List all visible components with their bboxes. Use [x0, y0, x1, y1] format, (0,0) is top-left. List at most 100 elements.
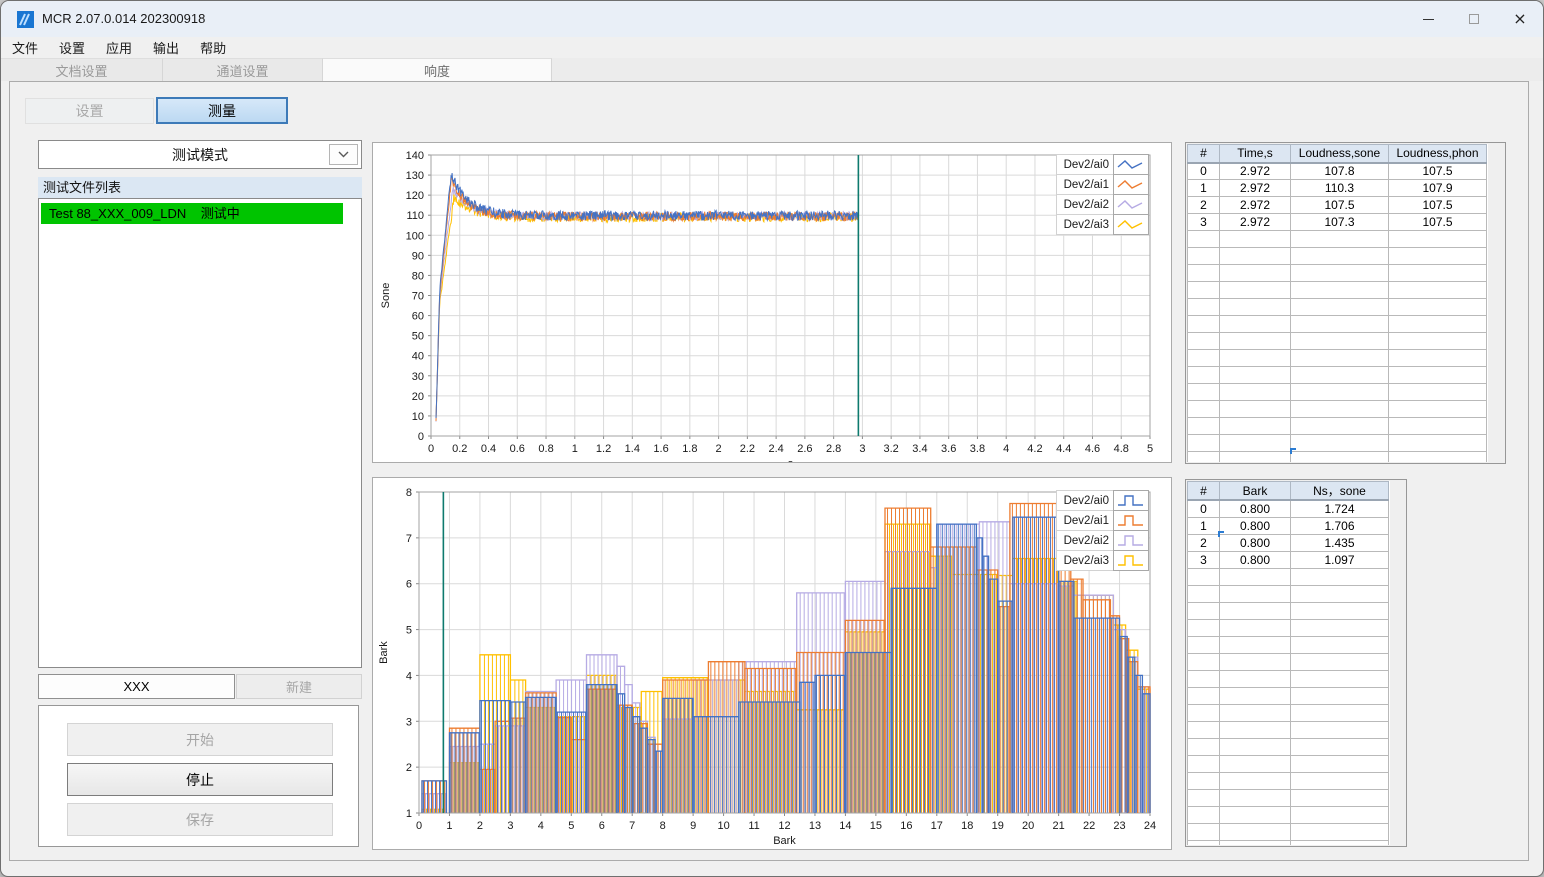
table-cell: 2 [1187, 533, 1220, 552]
table-row[interactable]: 2 2.972 107.5 107.5 [1187, 196, 1487, 214]
file-list-header: 测试文件列表 [38, 177, 362, 198]
loudness-table-panel: # Time,s Loudness,sone Loudness,phon 0 2.972 1… [1185, 142, 1506, 464]
svg-text:21: 21 [1053, 820, 1065, 832]
svg-text:3.2: 3.2 [884, 443, 899, 455]
minimize-button[interactable] [1405, 1, 1451, 37]
main-tab-2[interactable]: 响度 [323, 58, 552, 81]
empty-row [1187, 720, 1389, 739]
svg-text:24: 24 [1144, 820, 1156, 832]
xxx-button[interactable]: XXX [38, 674, 235, 699]
new-button[interactable]: 新建 [236, 674, 362, 699]
svg-text:20: 20 [412, 391, 424, 403]
svg-text:110: 110 [406, 210, 424, 222]
svg-text:40: 40 [412, 351, 424, 363]
maximize-button[interactable] [1451, 1, 1497, 37]
empty-row [1187, 635, 1389, 654]
main-tab-0[interactable]: 文档设置 [1, 58, 163, 81]
svg-text:30: 30 [412, 371, 424, 383]
main-tab-1[interactable]: 通道设置 [163, 58, 323, 81]
file-name: Test 88_XXX_009_LDN [49, 206, 187, 221]
empty-row [1187, 839, 1389, 845]
svg-text:0.4: 0.4 [481, 443, 496, 455]
column-header: Ns，sone [1290, 481, 1389, 501]
start-button[interactable]: 开始 [67, 723, 333, 756]
empty-row [1187, 754, 1389, 773]
table-cell: 107.5 [1388, 196, 1487, 214]
svg-text:50: 50 [412, 331, 424, 343]
empty-row [1187, 771, 1389, 790]
empty-row [1187, 349, 1487, 367]
table-cell: 1 [1187, 179, 1220, 197]
svg-text:19: 19 [992, 820, 1004, 832]
table-row[interactable]: 3 0.800 1.097 [1187, 550, 1389, 569]
menu-item-2[interactable]: 应用 [96, 36, 142, 59]
svg-text:6: 6 [599, 820, 605, 832]
svg-text:Bark: Bark [773, 835, 796, 847]
tab-settings[interactable]: 设置 [25, 98, 154, 124]
empty-row [1187, 417, 1487, 435]
column-header: Loudness,sone [1290, 144, 1389, 164]
svg-text:13: 13 [809, 820, 821, 832]
list-item-test-file[interactable]: Test 88_XXX_009_LDN 测试中 [41, 203, 343, 224]
svg-text:22: 22 [1083, 820, 1095, 832]
menu-item-1[interactable]: 设置 [49, 36, 95, 59]
chevron-down-icon [329, 144, 358, 165]
table-cell: 107.5 [1290, 196, 1389, 214]
legend-row: Dev2/ai3 [1056, 550, 1149, 571]
edit-caret [1290, 448, 1296, 454]
table-cell: 0 [1187, 162, 1220, 180]
test-mode-select[interactable]: 测试模式 [38, 140, 362, 169]
svg-text:Bark: Bark [378, 641, 390, 664]
column-header: Loudness,phon [1388, 144, 1487, 164]
legend-label: Dev2/ai1 [1056, 174, 1114, 195]
menu-item-0[interactable]: 文件 [2, 36, 48, 59]
table-cell: 107.3 [1290, 213, 1389, 231]
save-button[interactable]: 保存 [67, 803, 333, 836]
bar-sample-icon [1113, 510, 1149, 531]
column-header: Bark [1219, 481, 1291, 501]
table-row[interactable]: 3 2.972 107.3 107.5 [1187, 213, 1487, 231]
empty-row [1187, 788, 1389, 807]
empty-row [1187, 601, 1389, 620]
svg-text:1: 1 [406, 808, 412, 820]
svg-text:2.4: 2.4 [768, 443, 783, 455]
table-cell: 107.5 [1388, 162, 1487, 180]
loudness-time-chart: Dev2/ai0 Dev2/ai1 Dev2/ai2 Dev2/ai3 0 0.2 0.4… [372, 142, 1172, 470]
svg-text:6: 6 [406, 579, 412, 591]
loudness-time-plot: 0 0.2 0.4 0.6 0.8 1 1.2 1.4 1.6 1.8 2 2.2 2.4 2.6 2.8 3… [380, 150, 1153, 470]
table-row[interactable]: 1 2.972 110.3 107.9 [1187, 179, 1487, 197]
svg-text:16: 16 [900, 820, 912, 832]
empty-row [1187, 366, 1487, 384]
legend-row: Dev2/ai3 [1056, 214, 1149, 235]
empty-row [1187, 822, 1389, 841]
edit-caret [1218, 531, 1224, 537]
empty-row [1187, 584, 1389, 603]
empty-row [1187, 383, 1487, 401]
tab-measure[interactable]: 测量 [156, 97, 288, 124]
line-sample-icon [1113, 194, 1149, 215]
test-mode-value: 测试模式 [172, 146, 228, 163]
svg-text:Sone: Sone [380, 283, 392, 309]
legend-label: Dev2/ai2 [1056, 530, 1114, 551]
empty-row [1187, 230, 1487, 248]
legend-label: Dev2/ai3 [1056, 214, 1114, 235]
test-file-list[interactable]: Test 88_XXX_009_LDN 测试中 [38, 198, 362, 668]
svg-text:4: 4 [406, 670, 412, 682]
legend-label: Dev2/ai2 [1056, 194, 1114, 215]
table-row[interactable]: 0 0.800 1.724 [1187, 499, 1389, 518]
empty-row [1187, 703, 1389, 722]
table-cell: 1.097 [1290, 550, 1389, 569]
svg-text:80: 80 [412, 270, 424, 282]
menu-item-4[interactable]: 帮助 [190, 36, 236, 59]
legend-label: Dev2/ai0 [1056, 154, 1114, 175]
content-area: 设置 测量 测试模式 测试文件列表 Test 88_XXX_009_LDN 测试… [9, 81, 1529, 861]
svg-text:10: 10 [412, 411, 424, 423]
table-cell: 1.435 [1290, 533, 1389, 552]
svg-text:0: 0 [428, 443, 434, 455]
menu-item-3[interactable]: 输出 [143, 36, 189, 59]
table-row[interactable]: 0 2.972 107.8 107.5 [1187, 162, 1487, 180]
line-chart-legend: Dev2/ai0 Dev2/ai1 Dev2/ai2 Dev2/ai3 [1056, 154, 1149, 235]
empty-row [1187, 264, 1487, 282]
close-button[interactable]: × [1497, 1, 1543, 37]
stop-button[interactable]: 停止 [67, 763, 333, 796]
